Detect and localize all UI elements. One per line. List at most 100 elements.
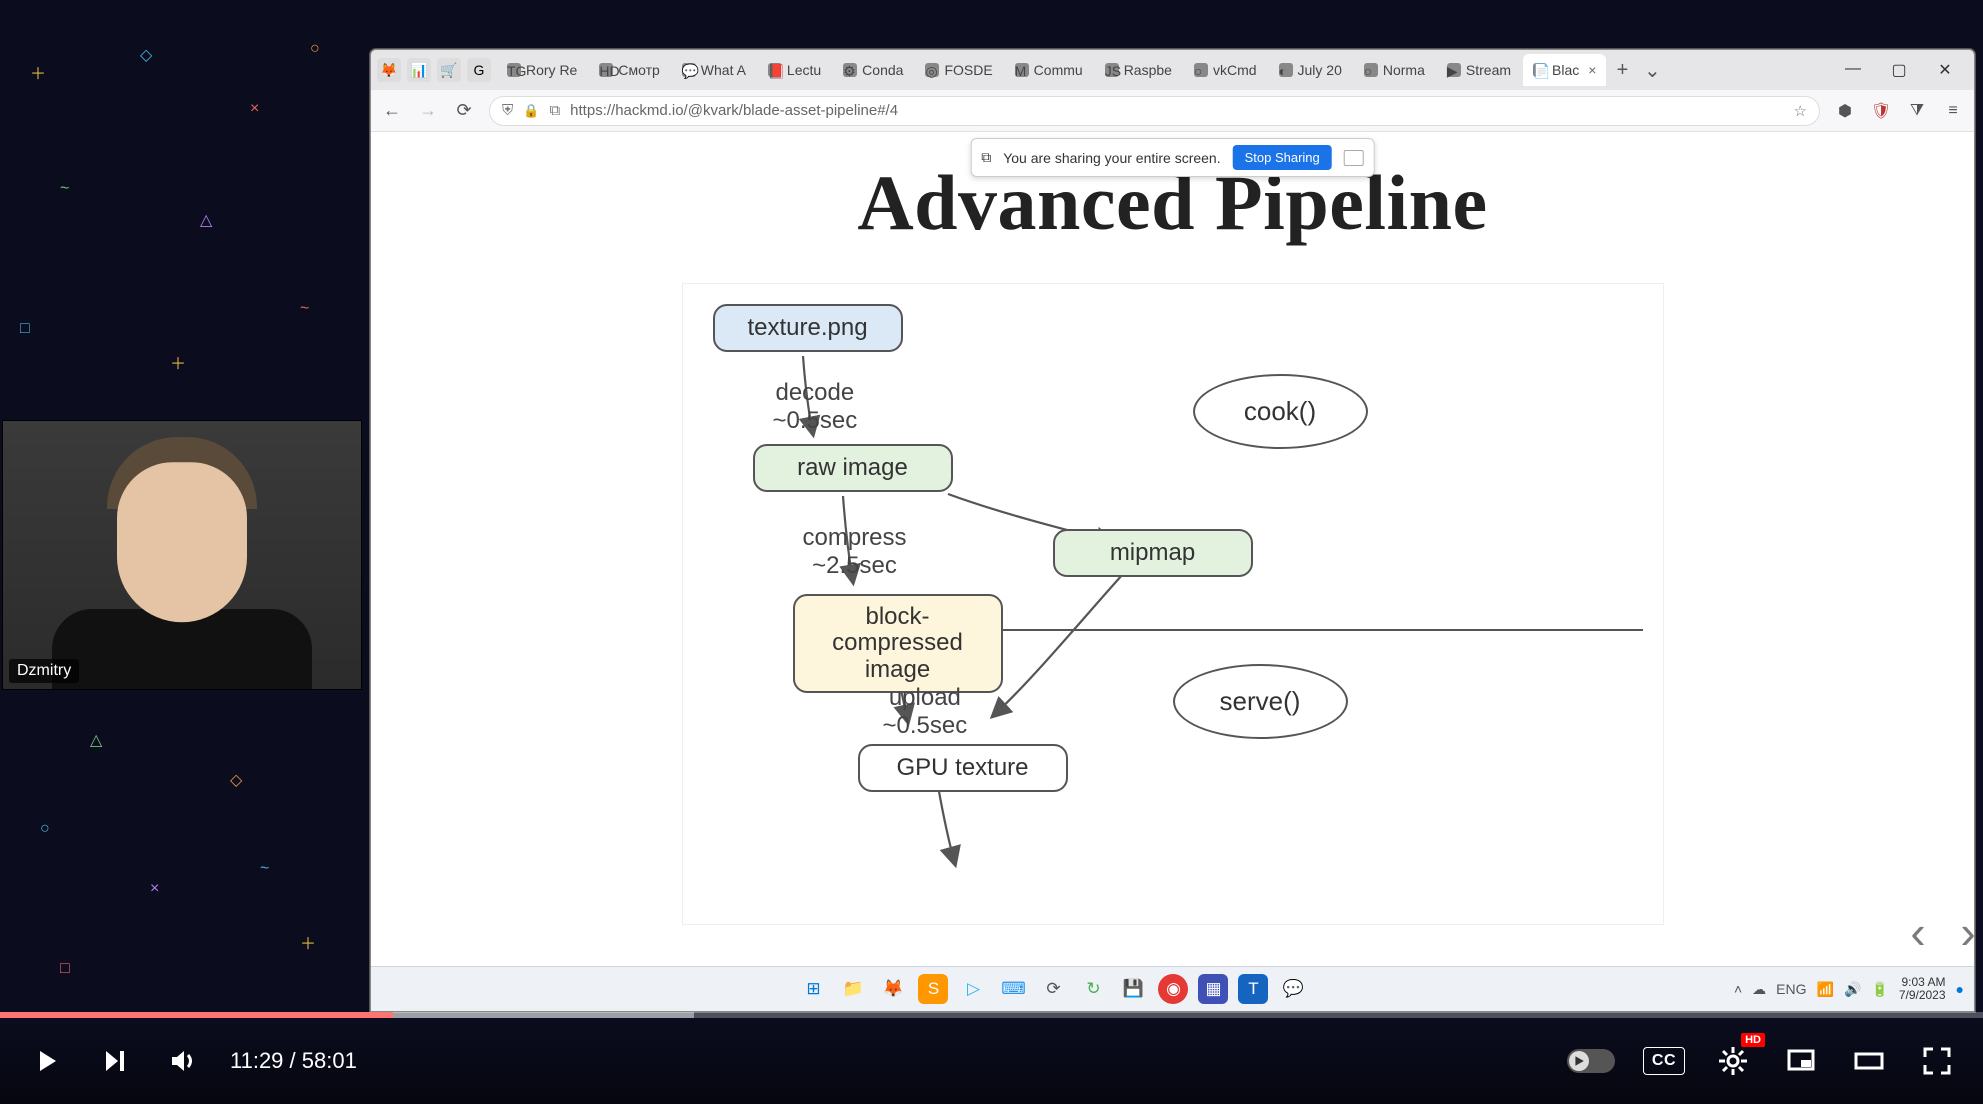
taskbar-start-button[interactable]: ⊞ (798, 974, 828, 1004)
taskbar-app-discord[interactable]: 💬 (1278, 974, 1308, 1004)
favicon-icon: JS (1105, 63, 1119, 77)
next-button[interactable] (94, 1041, 134, 1081)
taskbar-app[interactable]: 💾 (1118, 974, 1148, 1004)
lock-icon[interactable]: 🔒 (523, 103, 539, 119)
share-text: You are sharing your entire screen. (1003, 150, 1220, 166)
diagram-node-mipmap: mipmap (1053, 529, 1253, 577)
taskbar-app[interactable]: ⟳ (1038, 974, 1068, 1004)
settings-button[interactable]: HD (1713, 1041, 1753, 1081)
volume-button[interactable] (162, 1041, 202, 1081)
extensions-icon[interactable]: ⧩ (1906, 100, 1928, 122)
favicon-icon: TG (507, 63, 521, 77)
favicon-icon: ⚙ (843, 63, 857, 77)
tray-volume-icon[interactable]: 🔊 (1844, 981, 1861, 998)
slide-prev-button[interactable]: ‹ (1898, 912, 1938, 952)
back-button[interactable]: ← (381, 100, 403, 122)
browser-tab[interactable]: ⚙Conda (833, 54, 913, 86)
favicon-icon: M (1015, 63, 1029, 77)
permission-icon[interactable]: ⧉ (549, 102, 560, 119)
new-tab-button[interactable]: + (1608, 59, 1636, 82)
tray-wifi-icon[interactable]: 📶 (1817, 981, 1834, 998)
shield-icon[interactable]: ⛨ (502, 102, 513, 119)
favicon-icon: ◐ (1279, 63, 1293, 77)
share-hide-button[interactable] (1344, 150, 1364, 166)
video-timecode: 11:29 / 58:01 (230, 1048, 357, 1074)
window-minimize-button[interactable]: — (1830, 60, 1876, 80)
bookmark-star-icon[interactable]: ☆ (1794, 102, 1807, 120)
tray-battery-icon[interactable]: 🔋 (1871, 981, 1888, 998)
diagram-label-decode: decode ~0.5sec (773, 379, 858, 434)
window-close-button[interactable]: ✕ (1922, 60, 1968, 80)
diagram-node-raw: raw image (753, 444, 953, 492)
favicon-icon: ○ (1364, 63, 1378, 77)
browser-tab[interactable]: ○vkCmd (1184, 54, 1267, 86)
taskbar-app[interactable]: T (1238, 974, 1268, 1004)
favicon-icon: ○ (1194, 63, 1208, 77)
autoplay-toggle[interactable] (1567, 1049, 1615, 1073)
stop-sharing-button[interactable]: Stop Sharing (1233, 145, 1332, 170)
favicon-icon: 📄 (1533, 63, 1547, 77)
diagram-label-upload: upload ~0.5sec (883, 684, 968, 739)
play-button[interactable] (26, 1041, 66, 1081)
browser-tab[interactable]: ○Norma (1354, 54, 1435, 86)
browser-tab[interactable]: TGRory Re (497, 54, 587, 86)
browser-tab[interactable]: 📕Lectu (758, 54, 831, 86)
app-menu-button[interactable]: ≡ (1942, 100, 1964, 122)
extension-ublock-icon[interactable]: 🛡 (1870, 100, 1892, 122)
taskbar-app[interactable]: ▦ (1198, 974, 1228, 1004)
diagram-node-texture: texture.png (713, 304, 903, 352)
profile-icon[interactable]: 📊 (407, 58, 431, 82)
tray-chevron-icon[interactable]: ˄ (1734, 981, 1742, 997)
diagram-node-serve: serve() (1173, 664, 1348, 739)
tabs-dropdown-icon[interactable]: ⌄ (1638, 58, 1666, 83)
profile-icon[interactable]: 🛒 (437, 58, 461, 82)
extension-icon[interactable]: ⬢ (1834, 100, 1856, 122)
profile-icon[interactable]: 🦊 (377, 58, 401, 82)
tray-cloud-icon[interactable]: ☁ (1752, 981, 1766, 998)
reload-button[interactable]: ⟳ (453, 100, 475, 122)
captions-button[interactable]: CC (1643, 1047, 1685, 1075)
forward-button[interactable]: → (417, 100, 439, 122)
tray-language[interactable]: ENG (1776, 981, 1806, 997)
browser-tab[interactable]: ◐July 20 (1269, 54, 1352, 86)
taskbar-app-explorer[interactable]: 📁 (838, 974, 868, 1004)
presenter-webcam: Dzmitry (2, 420, 362, 690)
browser-tab[interactable]: MCommu (1005, 54, 1093, 86)
tray-notifications-icon[interactable]: ● (1956, 981, 1964, 997)
slide-next-button[interactable]: › (1948, 912, 1983, 952)
miniplayer-button[interactable] (1781, 1041, 1821, 1081)
tray-clock[interactable]: 9:03 AM 7/9/2023 (1899, 976, 1946, 1002)
favicon-icon: 📕 (768, 63, 782, 77)
browser-tab[interactable]: JSRaspbe (1095, 54, 1182, 86)
shared-browser-window: 🦊 📊 🛒 G TGRory Re HDСмотр 💬What A 📕Lectu… (370, 49, 1975, 1012)
favicon-icon: ▶ (1447, 63, 1461, 77)
browser-tab-strip: 🦊 📊 🛒 G TGRory Re HDСмотр 💬What A 📕Lectu… (371, 50, 1974, 90)
browser-tab[interactable]: HDСмотр (589, 54, 669, 86)
browser-tab[interactable]: ◎FOSDE (915, 54, 1002, 86)
fullscreen-button[interactable] (1917, 1041, 1957, 1081)
url-text: https://hackmd.io/@kvark/blade-asset-pip… (570, 102, 898, 119)
taskbar-app[interactable]: ▷ (958, 974, 988, 1004)
share-icon: ⧉ (981, 149, 991, 166)
taskbar-app[interactable]: ↻ (1078, 974, 1108, 1004)
pipeline-diagram: texture.png decode ~0.5sec raw image com… (683, 284, 1663, 924)
screen-share-banner: ⧉ You are sharing your entire screen. St… (970, 138, 1375, 177)
diagram-divider (1003, 629, 1643, 631)
taskbar-app-firefox[interactable]: 🦊 (878, 974, 908, 1004)
diagram-node-gpu: GPU texture (858, 744, 1068, 792)
favicon-icon: HD (599, 63, 613, 77)
taskbar-app[interactable]: ◉ (1158, 974, 1188, 1004)
address-bar[interactable]: ⛨ 🔒 ⧉ https://hackmd.io/@kvark/blade-ass… (489, 96, 1820, 126)
close-tab-icon[interactable]: × (1588, 62, 1596, 78)
browser-tab-active[interactable]: 📄Blac× (1523, 54, 1606, 86)
diagram-node-cook: cook() (1193, 374, 1368, 449)
profile-icon[interactable]: G (467, 58, 491, 82)
browser-tab[interactable]: 💬What A (672, 54, 756, 86)
taskbar-app-vscode[interactable]: ⌨ (998, 974, 1028, 1004)
window-maximize-button[interactable]: ▢ (1876, 60, 1922, 80)
quality-badge: HD (1741, 1033, 1765, 1047)
browser-tab[interactable]: ▶Stream (1437, 54, 1521, 86)
theater-mode-button[interactable] (1849, 1041, 1889, 1081)
favicon-icon: 💬 (682, 63, 696, 77)
taskbar-app-sublime[interactable]: S (918, 974, 948, 1004)
